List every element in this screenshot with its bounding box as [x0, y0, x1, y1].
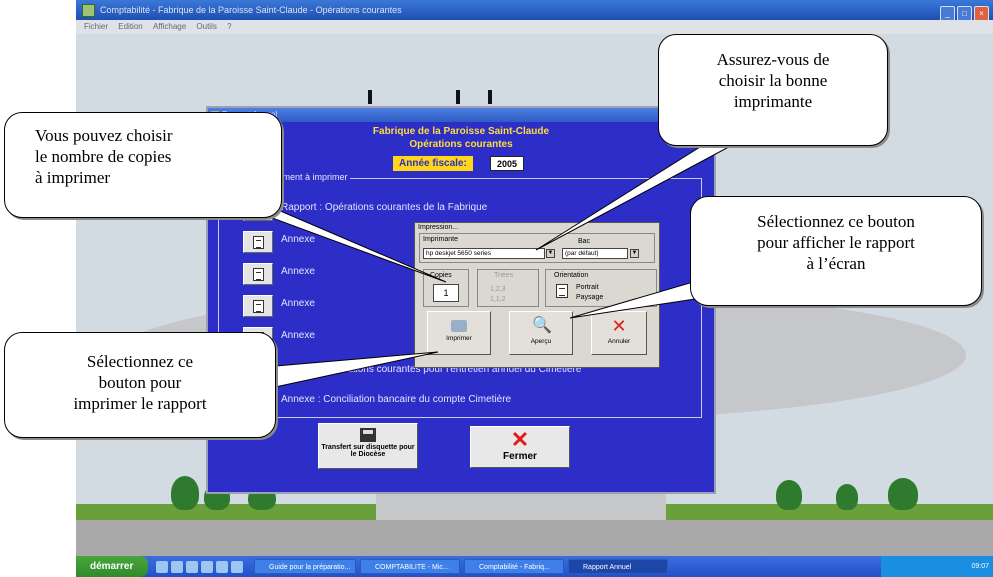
callout-copies-text: Vous pouvez choisir le nombre de copies … [35, 126, 173, 187]
callout-pointer-print [251, 351, 439, 393]
callout-print: Sélectionnez ce bouton pour imprimer le … [4, 332, 276, 438]
callout-copies: Vous pouvez choisir le nombre de copies … [4, 112, 282, 218]
callout-preview: Sélectionnez ce bouton pour afficher le … [690, 196, 982, 306]
callout-print-text: Sélectionnez ce bouton pour imprimer le … [73, 352, 207, 413]
callout-preview-text: Sélectionnez ce bouton pour afficher le … [757, 212, 915, 273]
callout-printer: Assurez-vous de choisir la bonne imprima… [658, 34, 888, 146]
callout-printer-text: Assurez-vous de choisir la bonne imprima… [716, 50, 830, 111]
